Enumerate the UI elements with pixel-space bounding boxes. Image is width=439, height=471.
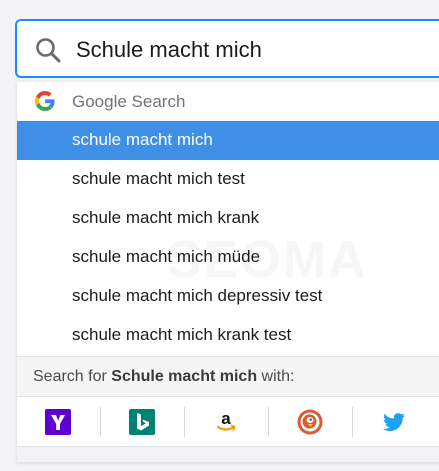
search-with-query: Schule macht mich (111, 368, 258, 385)
yahoo-icon (45, 409, 71, 435)
search-input-value: Schule macht mich (76, 37, 262, 62)
panel-bottom-strip (17, 446, 439, 462)
search-icon (36, 38, 61, 63)
twitter-icon (383, 413, 405, 431)
engine-button-amazon[interactable]: a (185, 397, 269, 447)
duckduckgo-icon (297, 409, 323, 435)
suggestion-item[interactable]: schule macht mich test (17, 160, 439, 199)
amazon-icon: a (216, 409, 236, 431)
search-with-prefix: Search for (33, 368, 112, 385)
engine-button-yahoo[interactable] (17, 397, 101, 447)
search-with-suffix: with: (257, 368, 295, 385)
svg-text:a: a (221, 409, 231, 428)
suggestion-text: schule macht mich müde (72, 247, 261, 266)
suggestion-text: schule macht mich depressiv test (72, 286, 323, 305)
engine-button-bing[interactable] (101, 397, 185, 447)
suggestion-item[interactable]: schule macht mich (17, 121, 439, 160)
search-with-label: Search for Schule macht mich with: (17, 356, 439, 396)
search-dropdown-window: Schule macht mich Google Search SEOMA sc… (0, 0, 439, 471)
suggestion-text: schule macht mich (72, 130, 213, 149)
search-with-text: Search for Schule macht mich with: (33, 368, 294, 386)
engine-button-twitter[interactable] (353, 397, 437, 447)
search-input[interactable]: Schule macht mich (15, 19, 439, 78)
suggestion-item[interactable]: schule macht mich krank test (17, 316, 439, 355)
suggestions-panel: Google Search SEOMA schule macht mich sc… (17, 82, 439, 462)
suggestion-text: schule macht mich test (72, 169, 245, 188)
google-icon (35, 91, 55, 111)
engine-button-duckduckgo[interactable] (269, 397, 353, 447)
suggestion-item[interactable]: schule macht mich müde (17, 238, 439, 277)
bing-icon (129, 409, 155, 435)
suggestion-text: schule macht mich krank test (72, 325, 292, 344)
suggestion-item[interactable]: schule macht mich krank (17, 199, 439, 238)
one-off-engines: a (17, 396, 439, 446)
provider-name: Google Search (72, 92, 186, 111)
suggestion-text: schule macht mich krank (72, 208, 260, 227)
suggestion-item[interactable]: schule macht mich depressiv test (17, 277, 439, 316)
provider-header: Google Search (17, 82, 439, 120)
